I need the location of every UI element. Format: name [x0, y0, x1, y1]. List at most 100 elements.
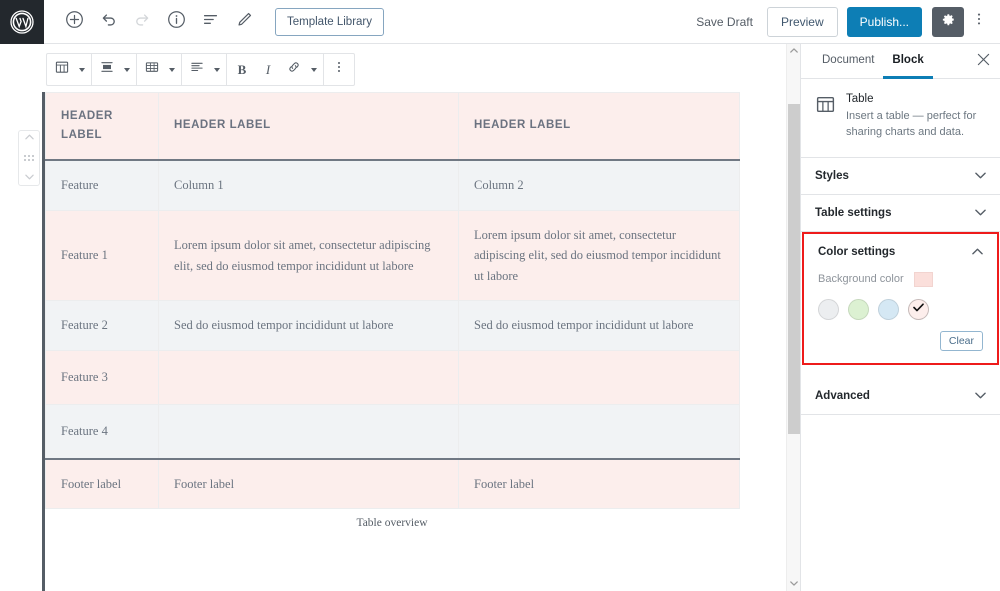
- edit-table-caret-button[interactable]: [165, 54, 179, 85]
- panel-advanced-header[interactable]: Advanced: [801, 378, 1000, 414]
- vertical-align-middle-icon: [99, 59, 115, 80]
- edit-pencil-button[interactable]: [227, 5, 261, 39]
- table-cell[interactable]: Feature 4: [45, 404, 159, 460]
- table-cell[interactable]: Column 1: [158, 159, 459, 211]
- table-cell[interactable]: [458, 404, 740, 460]
- edit-table-button[interactable]: [139, 54, 165, 85]
- italic-i-icon: I: [265, 61, 271, 77]
- table-header-cell[interactable]: HEADER LABEL: [158, 91, 459, 161]
- panel-color-settings-header[interactable]: Color settings: [804, 234, 997, 270]
- current-background-swatch[interactable]: [913, 271, 933, 287]
- table-cell[interactable]: Lorem ipsum dolor sit amet, consectetur …: [158, 209, 459, 302]
- table-icon: [815, 94, 836, 141]
- publish-label: Publish...: [859, 14, 909, 29]
- panel-styles-title: Styles: [815, 169, 849, 182]
- swatch-gray[interactable]: [818, 298, 839, 320]
- table-footer-cell[interactable]: Footer label: [45, 458, 159, 510]
- block-info-card: Table Insert a table — perfect for shari…: [801, 79, 1000, 158]
- panel-table-settings: Table settings: [801, 194, 1000, 232]
- redo-button[interactable]: [125, 5, 159, 39]
- plus-circle-icon: [65, 10, 84, 34]
- editor-scrollbar[interactable]: [786, 44, 800, 591]
- italic-button[interactable]: I: [255, 54, 281, 85]
- text-align-button[interactable]: [184, 54, 210, 85]
- data-table[interactable]: HEADER LABEL HEADER LABEL HEADER LABEL F…: [45, 91, 740, 510]
- kebab-vertical-icon: [971, 11, 987, 32]
- table-cell[interactable]: [158, 350, 459, 406]
- chevron-down-icon: [124, 67, 130, 72]
- kebab-vertical-icon: [331, 59, 347, 80]
- table-footer-cell[interactable]: Footer label: [158, 458, 459, 510]
- move-down-button[interactable]: [24, 174, 34, 182]
- publish-button[interactable]: Publish...: [846, 6, 922, 37]
- table-cell[interactable]: Feature 1: [45, 209, 159, 302]
- content-info-button[interactable]: [159, 5, 193, 39]
- wordpress-logo-button[interactable]: [0, 0, 44, 44]
- table-block[interactable]: HEADER LABEL HEADER LABEL HEADER LABEL F…: [45, 91, 740, 535]
- checkmark-icon: [913, 303, 924, 315]
- clear-color-button[interactable]: Clear: [939, 330, 983, 351]
- table-footer-row: Footer label Footer label Footer label: [45, 458, 740, 510]
- table-footer-cell[interactable]: Footer label: [458, 458, 740, 510]
- info-circle-icon: [167, 10, 186, 34]
- format-more-caret-button[interactable]: [307, 54, 321, 85]
- close-sidebar-button[interactable]: [966, 44, 1000, 78]
- list-lines-icon: [201, 10, 220, 34]
- template-library-button[interactable]: Template Library: [275, 7, 385, 36]
- block-navigation-button[interactable]: [193, 5, 227, 39]
- panel-advanced-title: Advanced: [815, 389, 870, 402]
- table-row: Feature 1 Lorem ipsum dolor sit amet, co…: [45, 209, 740, 302]
- table-row: Feature 4: [45, 404, 740, 460]
- table-header-cell[interactable]: HEADER LABEL: [45, 91, 159, 161]
- preview-button[interactable]: Preview: [766, 6, 838, 37]
- table-row: Feature Column 1 Column 2: [45, 159, 740, 211]
- block-description: Insert a table — perfect for sharing cha…: [846, 110, 977, 138]
- vertical-align-button[interactable]: [94, 54, 120, 85]
- table-cell[interactable]: Lorem ipsum dolor sit amet, consectetur …: [458, 209, 740, 302]
- panel-styles-header[interactable]: Styles: [801, 158, 1000, 194]
- swatch-green[interactable]: [848, 298, 869, 320]
- settings-sidebar: Document Block Table Insert a table — pe…: [800, 44, 1000, 591]
- background-color-label: Background color: [818, 273, 904, 286]
- block-toolbar-group-edittable: [137, 54, 182, 85]
- add-block-button[interactable]: [57, 5, 91, 39]
- table-cell[interactable]: Sed do eiusmod tempor incididunt ut labo…: [158, 300, 459, 352]
- table-cell[interactable]: Feature 2: [45, 300, 159, 352]
- table-foot: Footer label Footer label Footer label: [45, 458, 740, 510]
- vertical-align-caret-button[interactable]: [120, 54, 134, 85]
- settings-button[interactable]: [932, 6, 964, 37]
- bold-button[interactable]: B: [229, 54, 255, 85]
- scroll-up-button[interactable]: [787, 44, 800, 58]
- block-mover: [18, 130, 40, 186]
- table-cell[interactable]: [458, 350, 740, 406]
- table-cell[interactable]: [158, 404, 459, 460]
- panel-table-settings-header[interactable]: Table settings: [801, 195, 1000, 231]
- table-cell[interactable]: Sed do eiusmod tempor incididunt ut labo…: [458, 300, 740, 352]
- more-options-button[interactable]: [966, 7, 992, 37]
- tab-block[interactable]: Block: [883, 44, 933, 79]
- undo-button[interactable]: [91, 5, 125, 39]
- swatch-pink[interactable]: [908, 298, 929, 320]
- block-type-caret-button[interactable]: [75, 54, 89, 85]
- table-row: Feature 2 Sed do eiusmod tempor incididu…: [45, 300, 740, 352]
- block-more-options-button[interactable]: [326, 54, 352, 85]
- scrollbar-thumb[interactable]: [788, 104, 800, 434]
- panel-styles: Styles: [801, 157, 1000, 195]
- text-align-caret-button[interactable]: [210, 54, 224, 85]
- chevron-down-icon: [311, 67, 317, 72]
- table-cell[interactable]: Column 2: [458, 159, 740, 211]
- table-caption[interactable]: Table overview: [45, 509, 739, 535]
- save-draft-button[interactable]: Save Draft: [686, 15, 763, 29]
- drag-dots-icon[interactable]: [23, 154, 35, 162]
- table-cell[interactable]: Feature 3: [45, 350, 159, 406]
- swatch-blue[interactable]: [878, 298, 899, 320]
- link-button[interactable]: [281, 54, 307, 85]
- move-up-button[interactable]: [24, 134, 34, 142]
- post-content-canvas[interactable]: B I HEADER LABEL HEADER LABEL HEADER LAB…: [0, 44, 786, 591]
- block-toolbar-group-type: [47, 54, 92, 85]
- table-cell[interactable]: Feature: [45, 159, 159, 211]
- tab-document[interactable]: Document: [813, 44, 883, 79]
- scroll-down-button[interactable]: [787, 577, 800, 591]
- block-type-table-button[interactable]: [49, 54, 75, 85]
- table-header-cell[interactable]: HEADER LABEL: [458, 91, 740, 161]
